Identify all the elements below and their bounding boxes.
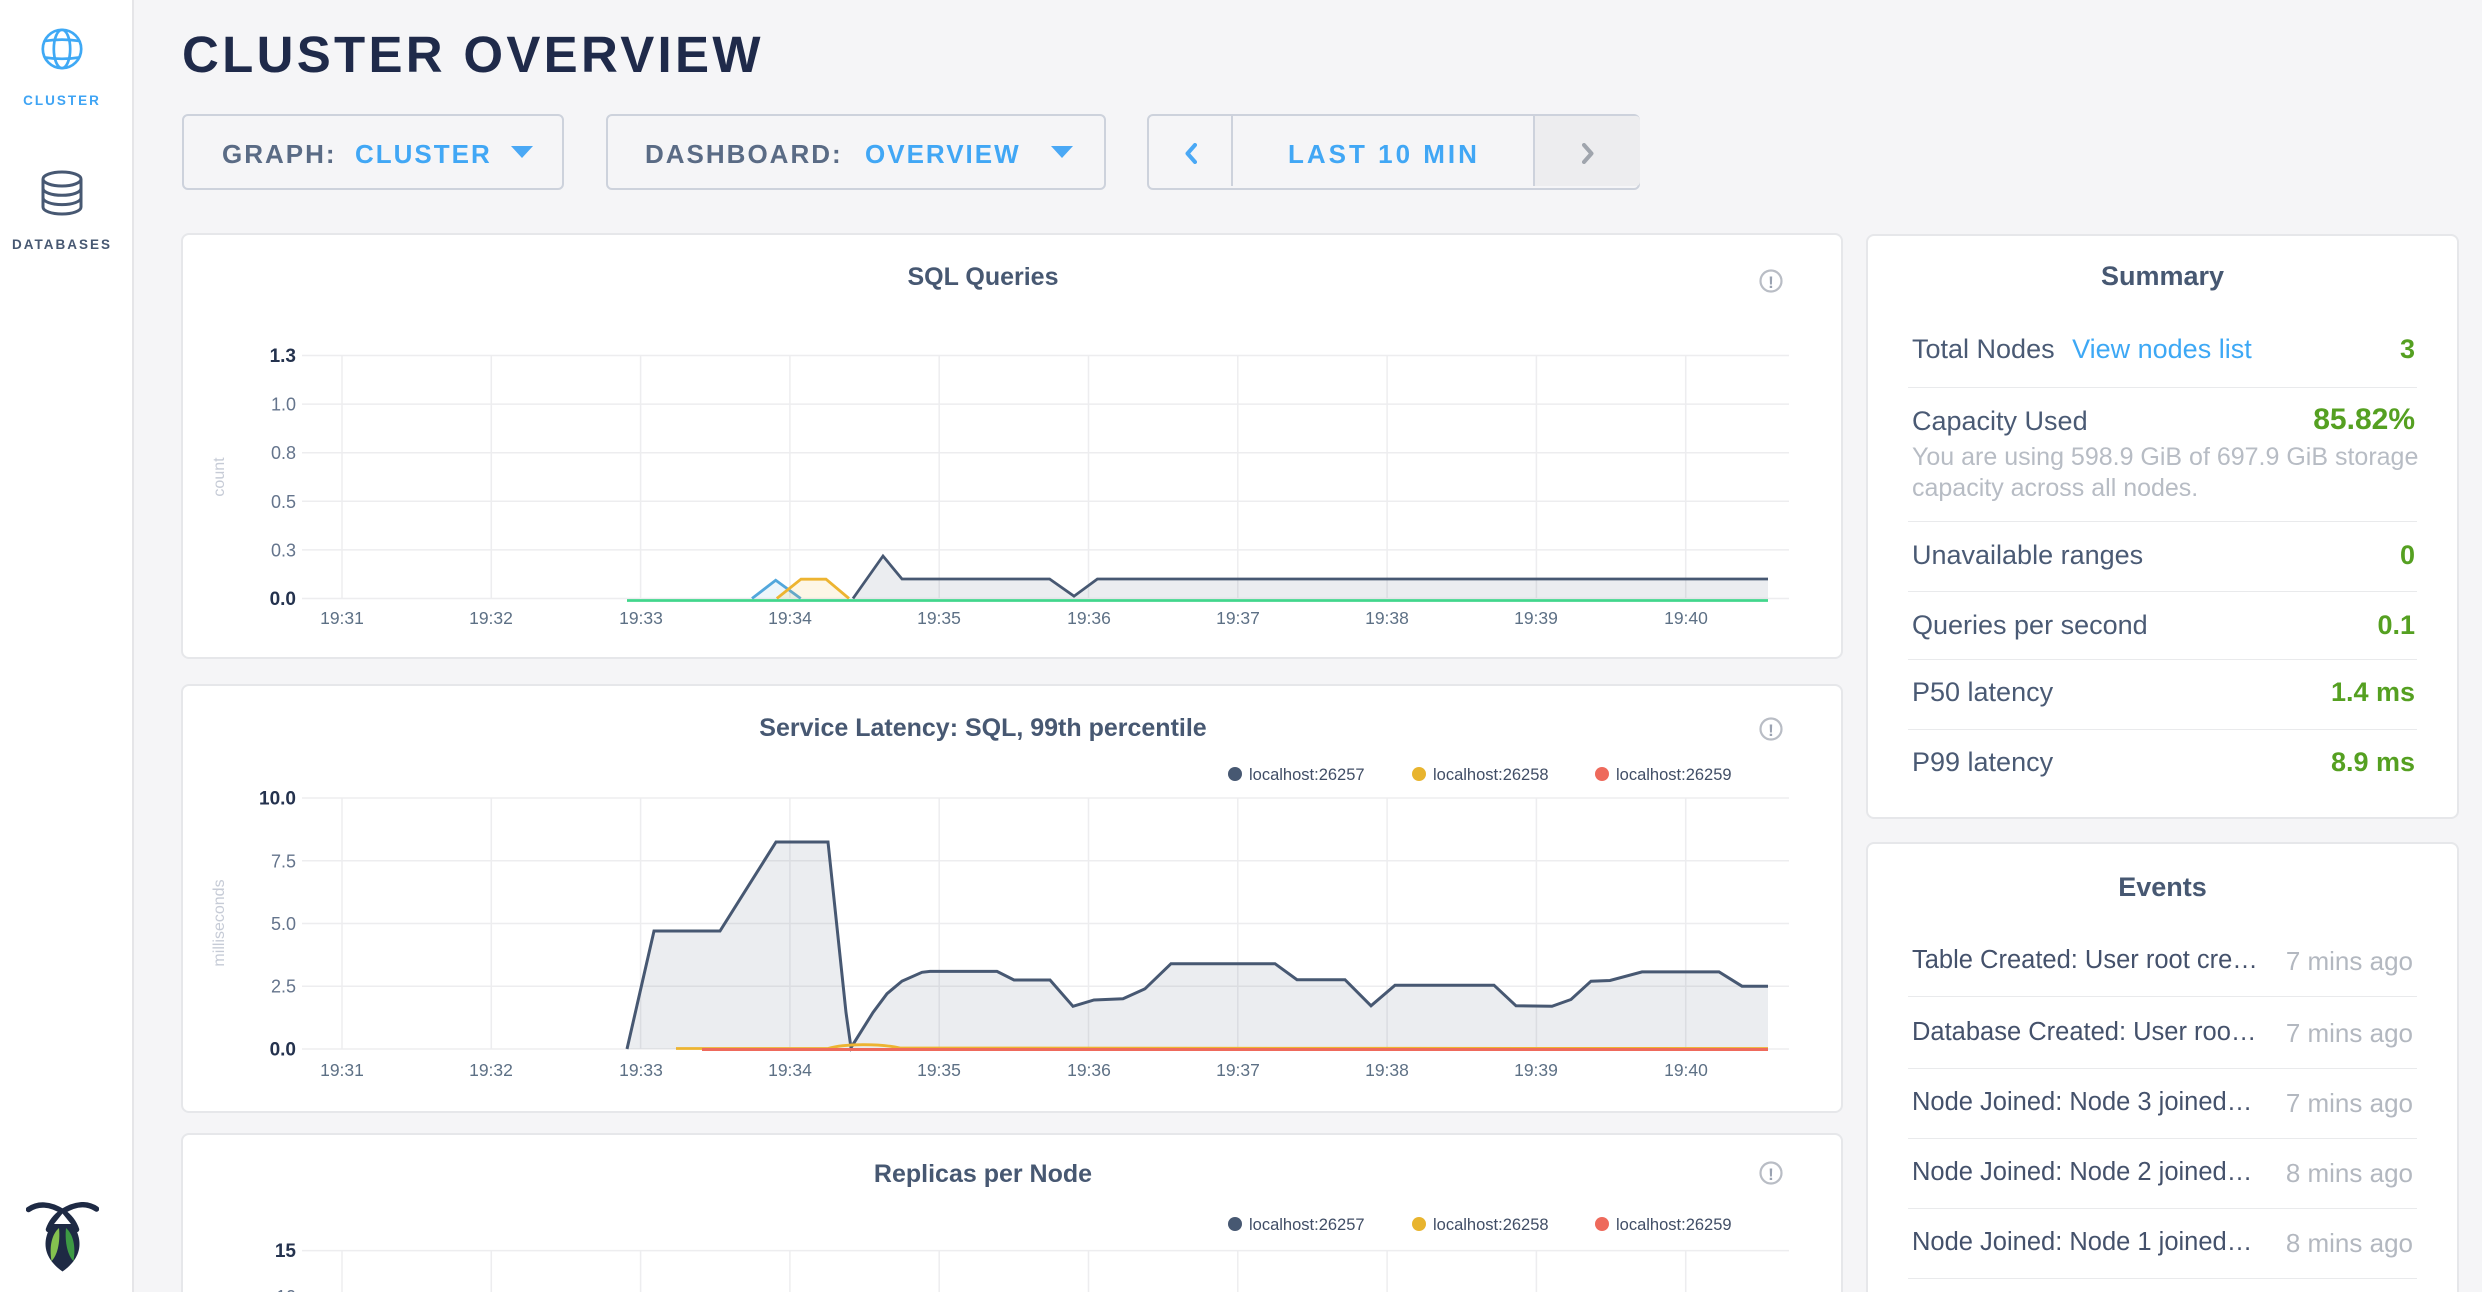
svg-text:!: ! bbox=[1768, 1165, 1774, 1184]
svg-text:0.5: 0.5 bbox=[271, 492, 296, 512]
svg-text:19:33: 19:33 bbox=[619, 1060, 663, 1080]
svg-text:0.3: 0.3 bbox=[271, 540, 296, 560]
svg-text:19:36: 19:36 bbox=[1067, 1060, 1111, 1080]
svg-text:19:40: 19:40 bbox=[1664, 608, 1708, 628]
svg-text:19:36: 19:36 bbox=[1067, 608, 1111, 628]
svg-text:19:33: 19:33 bbox=[619, 608, 663, 628]
svg-text:19:39: 19:39 bbox=[1514, 1060, 1558, 1080]
svg-text:19:35: 19:35 bbox=[917, 608, 961, 628]
svg-text:0.8: 0.8 bbox=[271, 443, 296, 463]
svg-text:0.0: 0.0 bbox=[270, 589, 296, 610]
svg-text:19:38: 19:38 bbox=[1365, 1060, 1409, 1080]
svg-text:19:31: 19:31 bbox=[320, 1060, 364, 1080]
svg-text:localhost:26259: localhost:26259 bbox=[1616, 766, 1732, 784]
svg-text:localhost:26258: localhost:26258 bbox=[1433, 766, 1549, 784]
svg-text:count: count bbox=[211, 457, 228, 497]
svg-text:1.3: 1.3 bbox=[270, 346, 296, 367]
svg-text:19:31: 19:31 bbox=[320, 608, 364, 628]
svg-text:19:38: 19:38 bbox=[1365, 608, 1409, 628]
svg-text:localhost:26257: localhost:26257 bbox=[1249, 766, 1365, 784]
svg-text:10: 10 bbox=[276, 1287, 296, 1292]
svg-text:19:39: 19:39 bbox=[1514, 608, 1558, 628]
svg-text:localhost:26258: localhost:26258 bbox=[1433, 1216, 1549, 1234]
svg-text:19:34: 19:34 bbox=[768, 1060, 812, 1080]
svg-text:2.5: 2.5 bbox=[271, 977, 296, 997]
svg-text:19:32: 19:32 bbox=[469, 1060, 513, 1080]
svg-text:19:34: 19:34 bbox=[768, 608, 812, 628]
svg-text:19:35: 19:35 bbox=[917, 1060, 961, 1080]
svg-text:19:37: 19:37 bbox=[1216, 1060, 1260, 1080]
svg-text:19:37: 19:37 bbox=[1216, 608, 1260, 628]
svg-text:7.5: 7.5 bbox=[271, 851, 296, 871]
svg-text:19:40: 19:40 bbox=[1664, 1060, 1708, 1080]
svg-text:10.0: 10.0 bbox=[259, 789, 296, 810]
svg-text:localhost:26259: localhost:26259 bbox=[1616, 1216, 1732, 1234]
svg-text:!: ! bbox=[1768, 273, 1774, 292]
svg-text:15: 15 bbox=[275, 1241, 297, 1262]
svg-text:!: ! bbox=[1768, 721, 1774, 740]
svg-text:milliseconds: milliseconds bbox=[211, 879, 228, 966]
svg-text:localhost:26257: localhost:26257 bbox=[1249, 1216, 1365, 1234]
svg-text:0.0: 0.0 bbox=[270, 1040, 296, 1061]
svg-text:19:32: 19:32 bbox=[469, 608, 513, 628]
svg-text:1.0: 1.0 bbox=[271, 395, 296, 415]
svg-text:5.0: 5.0 bbox=[271, 914, 296, 934]
